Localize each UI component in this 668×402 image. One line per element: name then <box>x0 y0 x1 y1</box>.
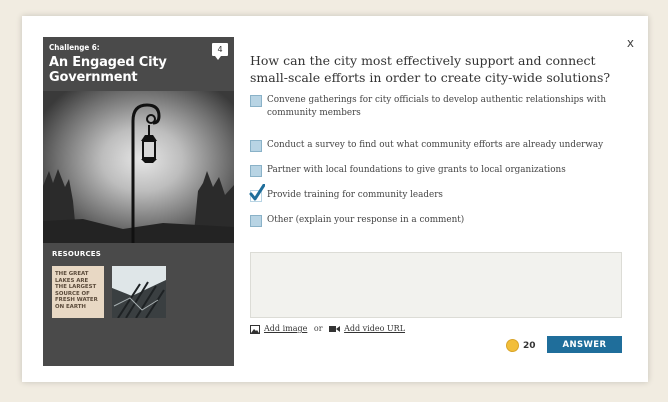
question-text: How can the city most effectively suppor… <box>250 53 611 85</box>
challenge-card: Challenge 6: An Engaged City Government … <box>43 37 234 366</box>
challenge-title: An Engaged City Government <box>49 55 229 85</box>
image-icon <box>250 324 260 334</box>
option-checkbox-checked[interactable] <box>249 184 265 202</box>
challenge-modal: x Challenge 6: An Engaged City Governmen… <box>22 16 648 382</box>
option-other[interactable]: Other (explain your response in a commen… <box>250 214 630 227</box>
or-label: or <box>313 324 323 333</box>
option-checkbox[interactable] <box>250 215 262 227</box>
option-label: Convene gatherings for city officials to… <box>267 95 606 118</box>
comment-input[interactable] <box>250 252 622 318</box>
add-image-link[interactable]: Add image <box>264 324 307 333</box>
resources-label: RESOURCES <box>52 250 101 258</box>
answer-button[interactable]: ANSWER <box>547 336 622 353</box>
option-checkbox[interactable] <box>250 165 262 177</box>
checkmark-icon <box>249 184 265 201</box>
close-button[interactable]: x <box>627 36 634 50</box>
option-checkbox[interactable] <box>250 140 262 152</box>
points-value: 20 <box>523 341 536 351</box>
option-label: Provide training for community leaders <box>267 190 443 200</box>
coin-icon <box>506 339 519 352</box>
points-display: 20 <box>506 339 536 352</box>
resource-thumbnail-great-lakes[interactable]: THE GREAT LAKES ARE THE LARGEST SOURCE O… <box>52 266 104 318</box>
option-label: Other (explain your response in a commen… <box>267 215 465 225</box>
card-header: Challenge 6: An Engaged City Government <box>49 43 229 85</box>
challenge-title-line2: Government <box>49 70 138 85</box>
comment-count-badge[interactable]: 4 <box>212 43 228 60</box>
challenge-title-line1: An Engaged City <box>49 55 167 70</box>
option-partner-foundations[interactable]: Partner with local foundations to give g… <box>250 164 630 177</box>
challenge-label: Challenge 6: <box>49 43 100 52</box>
media-links: Add image or Add video URL <box>250 324 405 334</box>
street-lamp-image <box>43 91 234 243</box>
resource-thumbnail-photo[interactable] <box>112 266 166 318</box>
option-label: Conduct a survey to find out what commun… <box>267 140 604 150</box>
video-camera-icon <box>329 326 341 332</box>
option-provide-training[interactable]: Provide training for community leaders <box>249 184 630 202</box>
add-video-link[interactable]: Add video URL <box>344 324 405 333</box>
option-conduct-survey[interactable]: Conduct a survey to find out what commun… <box>250 139 630 152</box>
option-checkbox[interactable] <box>250 95 262 107</box>
option-convene-gatherings[interactable]: Convene gatherings for city officials to… <box>250 94 630 120</box>
option-label: Partner with local foundations to give g… <box>267 165 566 175</box>
